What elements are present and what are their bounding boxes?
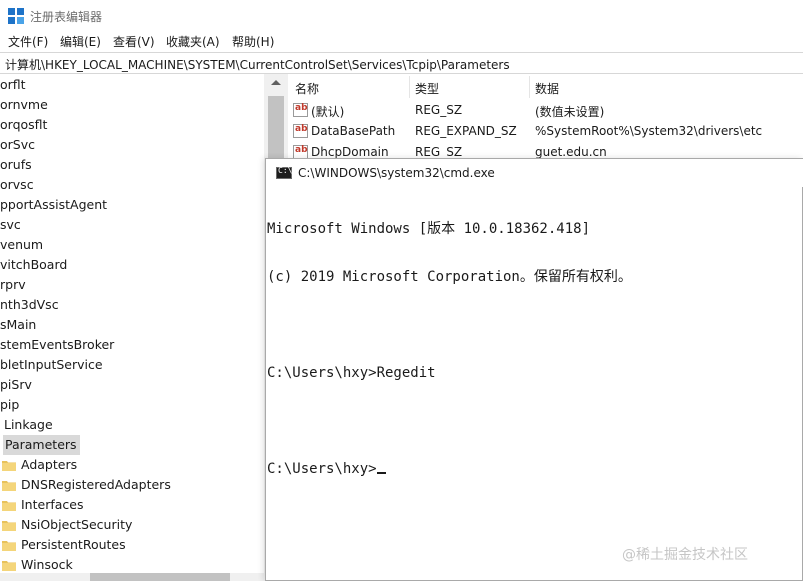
scroll-up-arrow-icon[interactable] xyxy=(271,80,281,85)
tree-item[interactable]: venum xyxy=(0,235,43,255)
tree-item[interactable]: pportAssistAgent xyxy=(0,195,107,215)
text-cursor xyxy=(376,472,386,474)
menu-view[interactable]: 查看(V) xyxy=(113,33,155,50)
column-header-data[interactable]: 数据 xyxy=(535,80,559,97)
menu-help[interactable]: 帮助(H) xyxy=(232,33,274,50)
tree-item[interactable]: piSrv xyxy=(0,375,32,395)
key-tree[interactable]: orflt ornvme orqosflt orSvc orufs orvsc … xyxy=(0,74,288,581)
address-bar[interactable]: 计算机\HKEY_LOCAL_MACHINE\SYSTEM\CurrentCon… xyxy=(0,52,803,74)
folder-icon xyxy=(2,561,16,571)
menu-file[interactable]: 文件(F) xyxy=(8,33,48,50)
tree-item[interactable]: sMain xyxy=(0,315,36,335)
tree-item[interactable]: rprv xyxy=(0,275,26,295)
address-path: 计算机\HKEY_LOCAL_MACHINE\SYSTEM\CurrentCon… xyxy=(5,58,510,72)
value-name: DhcpDomain xyxy=(311,145,389,159)
column-header-name[interactable]: 名称 xyxy=(295,80,319,97)
folder-icon xyxy=(2,481,16,491)
string-value-icon: ab xyxy=(293,103,308,117)
tree-item-nsiobjectsecurity[interactable]: NsiObjectSecurity xyxy=(0,515,132,535)
tree-item[interactable]: orvsc xyxy=(0,175,34,195)
tree-horizontal-scrollbar[interactable] xyxy=(0,573,264,581)
value-row[interactable]: ab DataBasePath REG_EXPAND_SZ %SystemRoo… xyxy=(289,121,803,142)
tree-item-persistentroutes[interactable]: PersistentRoutes xyxy=(0,535,126,555)
tree-item[interactable]: stemEventsBroker xyxy=(0,335,114,355)
scroll-thumb-horizontal[interactable] xyxy=(90,573,230,581)
tree-item[interactable]: ornvme xyxy=(0,95,48,115)
column-separator[interactable] xyxy=(529,76,530,98)
tree-item-adapters[interactable]: Adapters xyxy=(0,455,77,475)
folder-icon xyxy=(2,461,16,471)
cmd-window[interactable]: C:\ C:\WINDOWS\system32\cmd.exe Microsof… xyxy=(265,158,803,581)
tree-item-linkage[interactable]: Linkage xyxy=(4,415,53,435)
value-type: REG_SZ xyxy=(415,103,463,117)
tree-item[interactable]: bletInputService xyxy=(0,355,103,375)
console-line: Microsoft Windows [版本 10.0.18362.418] xyxy=(267,221,591,237)
column-header-type[interactable]: 类型 xyxy=(415,80,439,97)
menu-edit[interactable]: 编辑(E) xyxy=(60,33,101,50)
regedit-titlebar: 注册表编辑器 xyxy=(0,0,803,31)
tree-item[interactable]: orSvc xyxy=(0,135,35,155)
string-value-icon: ab xyxy=(293,124,308,138)
folder-icon xyxy=(2,521,16,531)
cmd-titlebar[interactable]: C:\ C:\WINDOWS\system32\cmd.exe xyxy=(266,159,803,187)
column-separator[interactable] xyxy=(409,76,410,98)
folder-icon xyxy=(2,501,16,511)
console-prompt-line[interactable]: C:\Users\hxy> xyxy=(267,461,632,477)
values-header: 名称 类型 数据 xyxy=(289,74,803,100)
value-row[interactable]: ab (默认) REG_SZ (数值未设置) xyxy=(289,100,803,121)
tree-item[interactable]: orufs xyxy=(0,155,32,175)
regedit-app-icon xyxy=(8,8,24,24)
tree-item-dnsregisteredadapters[interactable]: DNSRegisteredAdapters xyxy=(0,475,171,495)
string-value-icon: ab xyxy=(293,145,308,159)
value-type: REG_EXPAND_SZ xyxy=(415,124,517,138)
menu-favorites[interactable]: 收藏夹(A) xyxy=(166,33,220,50)
window-title: 注册表编辑器 xyxy=(30,10,103,24)
console-line: C:\Users\hxy>Regedit xyxy=(267,365,436,381)
menu-bar: 文件(F) 编辑(E) 查看(V) 收藏夹(A) 帮助(H) xyxy=(0,31,803,51)
value-type: REG_SZ xyxy=(415,145,463,159)
tree-item[interactable]: orqosflt xyxy=(0,115,47,135)
cmd-app-icon: C:\ xyxy=(276,166,292,179)
value-name: DataBasePath xyxy=(311,124,396,138)
tree-item[interactable]: vitchBoard xyxy=(0,255,67,275)
tree-item-interfaces[interactable]: Interfaces xyxy=(0,495,83,515)
value-data: (数值未设置) xyxy=(535,105,605,119)
console-output[interactable]: Microsoft Windows [版本 10.0.18362.418] (c… xyxy=(267,189,632,509)
console-prompt: C:\Users\hxy> xyxy=(267,461,377,477)
tree-item-winsock[interactable]: Winsock xyxy=(0,555,73,575)
tree-item[interactable]: pip xyxy=(0,395,19,415)
value-data: guet.edu.cn xyxy=(535,145,607,159)
console-line: (c) 2019 Microsoft Corporation。保留所有权利。 xyxy=(267,269,632,285)
watermark: @稀土掘金技术社区 xyxy=(622,547,748,563)
tree-item-parameters[interactable]: Parameters xyxy=(3,435,80,455)
value-data: %SystemRoot%\System32\drivers\etc xyxy=(535,124,763,138)
tree-item[interactable]: nth3dVsc xyxy=(0,295,59,315)
cmd-window-title: C:\WINDOWS\system32\cmd.exe xyxy=(298,166,495,180)
folder-icon xyxy=(2,541,16,551)
value-name: (默认) xyxy=(311,105,345,119)
tree-item[interactable]: svc xyxy=(0,215,21,235)
tree-item[interactable]: orflt xyxy=(0,75,26,95)
